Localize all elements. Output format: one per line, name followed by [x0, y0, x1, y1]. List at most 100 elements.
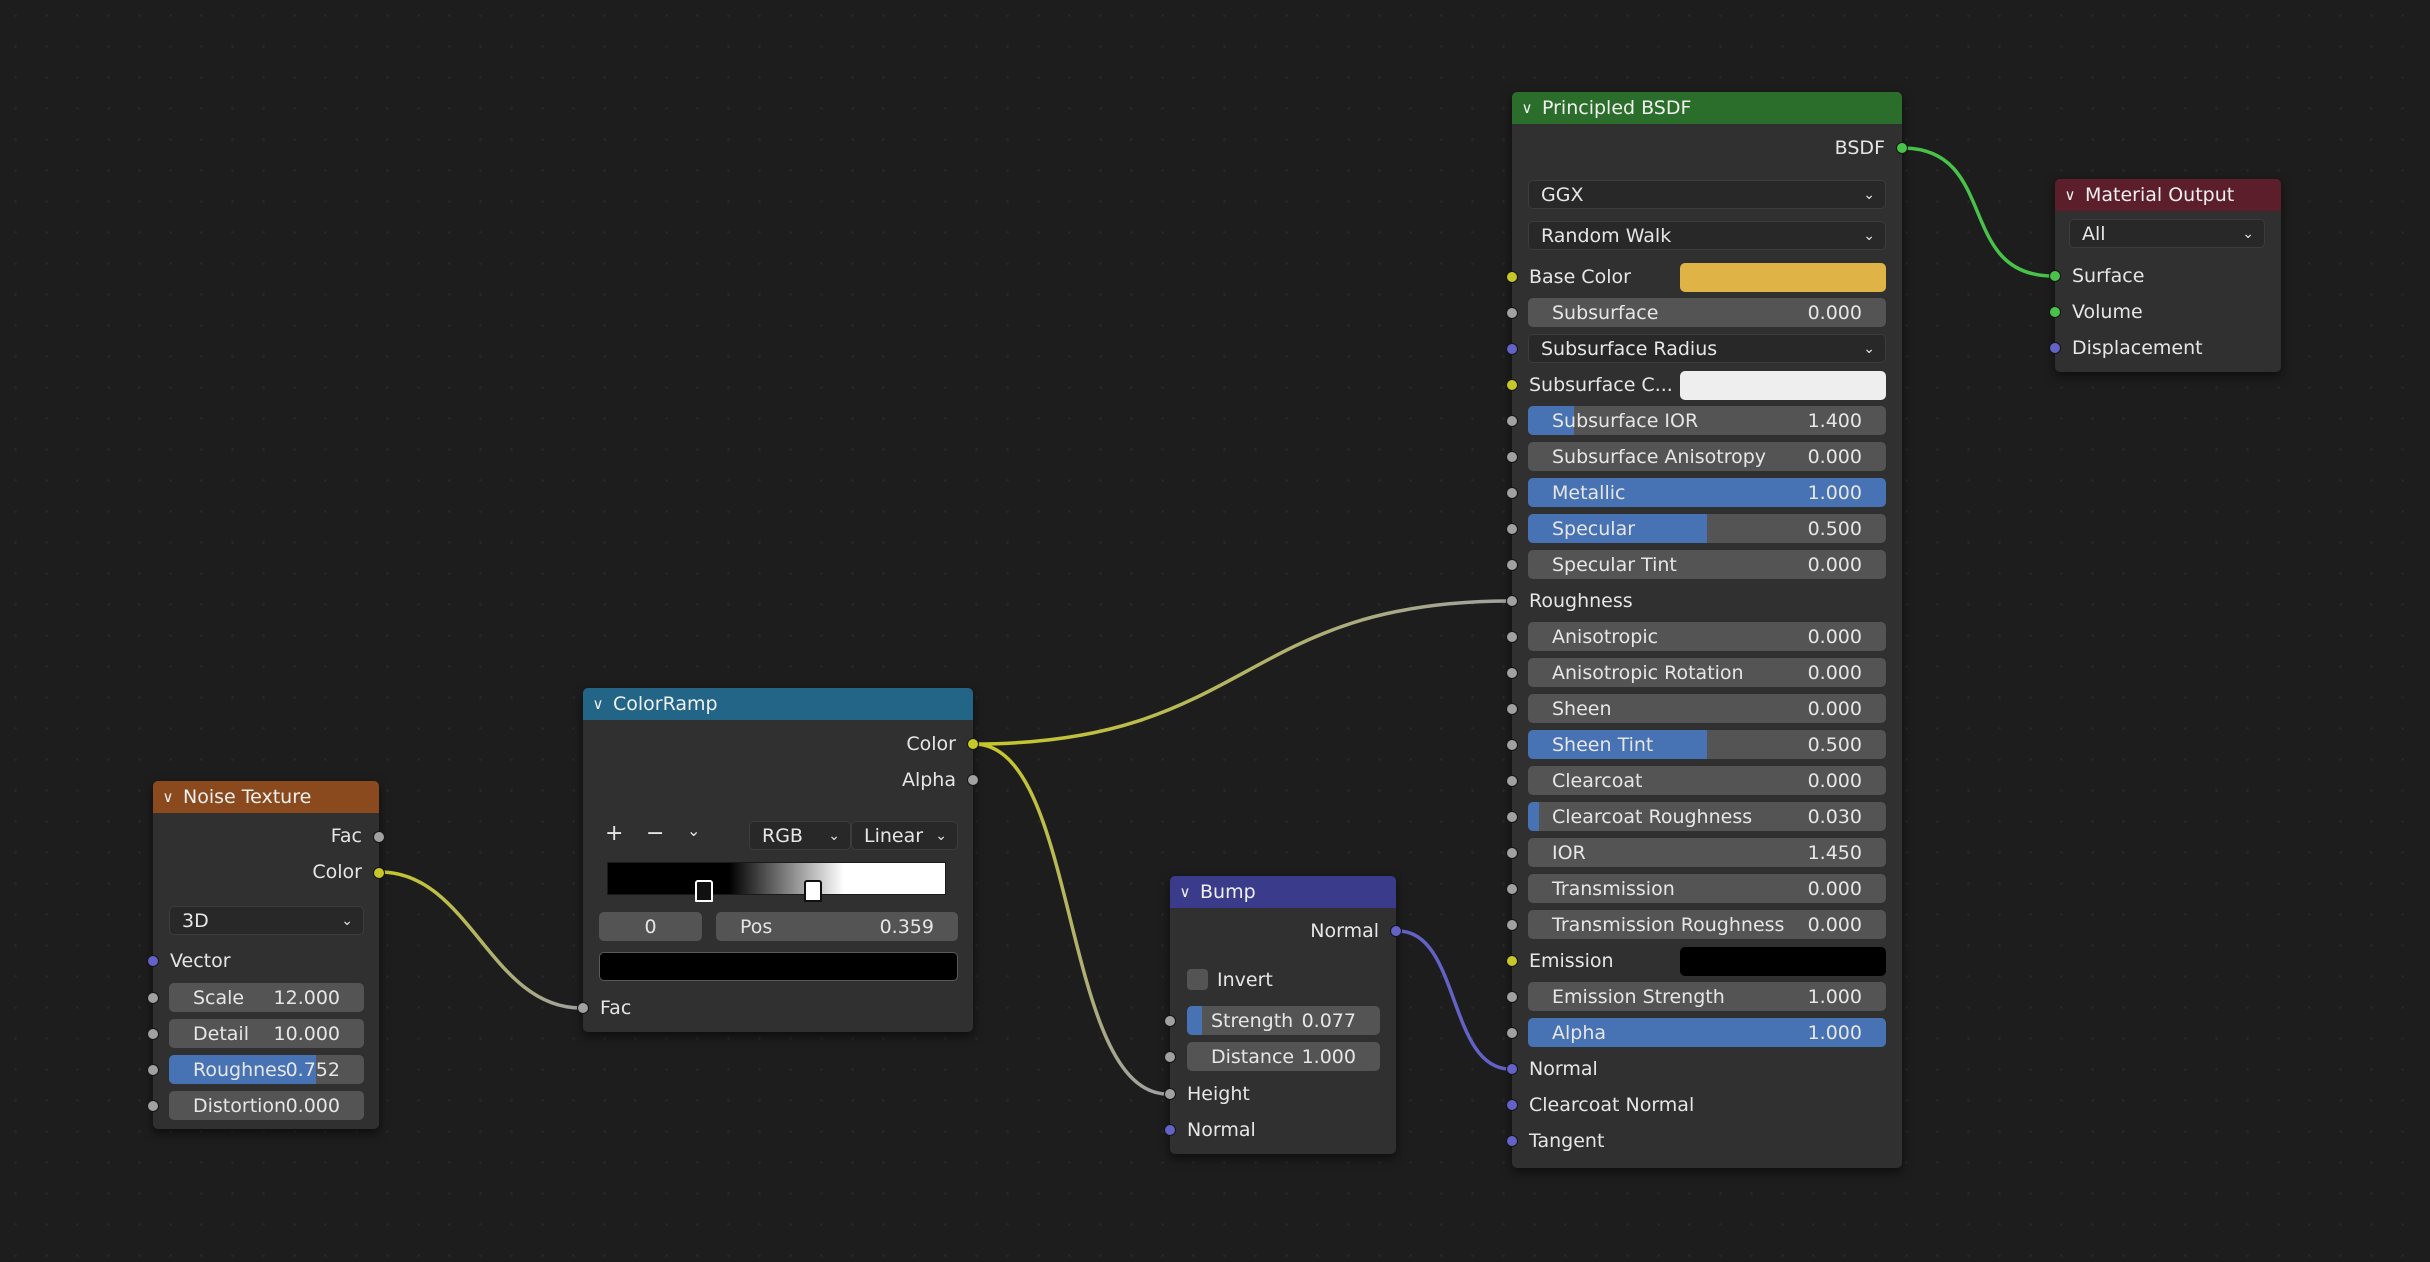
specular-field[interactable]: Specular 0.500 — [1528, 514, 1886, 543]
clearcoat-roughness-input-socket[interactable] — [1506, 811, 1518, 823]
collapse-chevron-icon[interactable]: ∨ — [153, 788, 183, 806]
emission-input-socket[interactable] — [1506, 955, 1518, 967]
ior-input-socket[interactable] — [1506, 847, 1518, 859]
noise-texture-node[interactable]: ∨ Noise Texture Fac Color 3D ⌄ Vector Sca… — [147, 781, 385, 1129]
distortion-field[interactable]: Distortion 0.000 — [169, 1091, 364, 1120]
collapse-chevron-icon[interactable]: ∨ — [1512, 99, 1542, 117]
position-field[interactable]: Pos 0.359 — [716, 912, 958, 941]
subsurface-radius-select[interactable]: Subsurface Radius ⌄ — [1528, 334, 1886, 363]
detail-input-socket[interactable] — [147, 1028, 159, 1040]
detail-field[interactable]: Detail 10.000 — [169, 1019, 364, 1048]
noise-texture-header[interactable]: ∨ Noise Texture — [153, 781, 379, 813]
color-stop-handle-white[interactable] — [804, 880, 822, 902]
ior-field[interactable]: IOR 1.450 — [1528, 838, 1886, 867]
subsurface-radius-input-socket[interactable] — [1506, 343, 1518, 355]
target-select[interactable]: All ⌄ — [2069, 219, 2265, 248]
bsdf-output-socket[interactable] — [1896, 142, 1908, 154]
strength-field[interactable]: Strength 0.077 — [1187, 1006, 1380, 1035]
roughness-input-socket[interactable] — [147, 1064, 159, 1076]
stop-color-swatch[interactable] — [599, 952, 958, 981]
roughness-input-socket[interactable] — [1506, 595, 1518, 607]
metallic-input-socket[interactable] — [1506, 487, 1518, 499]
invert-checkbox[interactable] — [1187, 969, 1208, 990]
collapse-chevron-icon[interactable]: ∨ — [583, 695, 613, 713]
color-output-socket[interactable] — [373, 867, 385, 879]
transmission-field[interactable]: Transmission 0.000 — [1528, 874, 1886, 903]
subsurface-method-select[interactable]: Random Walk ⌄ — [1528, 221, 1886, 250]
anisotropic-field[interactable]: Anisotropic 0.000 — [1528, 622, 1886, 651]
subsurface-color-input-socket[interactable] — [1506, 379, 1518, 391]
clearcoat-normal-input-socket[interactable] — [1506, 1099, 1518, 1111]
sheen-input-socket[interactable] — [1506, 703, 1518, 715]
color-output-socket[interactable] — [967, 738, 979, 750]
vector-input-socket[interactable] — [147, 955, 159, 967]
emission-strength-input-socket[interactable] — [1506, 991, 1518, 1003]
sheen-field[interactable]: Sheen 0.000 — [1528, 694, 1886, 723]
alpha-field[interactable]: Alpha 1.000 — [1528, 1018, 1886, 1047]
stop-index-field[interactable]: 0 — [599, 912, 702, 941]
collapse-chevron-icon[interactable]: ∨ — [2055, 186, 2085, 204]
anisotropic-rotation-field[interactable]: Anisotropic Rotation 0.000 — [1528, 658, 1886, 687]
subsurface-field[interactable]: Subsurface 0.000 — [1528, 298, 1886, 327]
base-color-swatch[interactable] — [1680, 263, 1886, 292]
tangent-input-socket[interactable] — [1506, 1135, 1518, 1147]
bump-header[interactable]: ∨ Bump — [1170, 876, 1396, 908]
bump-node[interactable]: ∨ Bump Normal Invert Strength 0.077 Dista… — [1164, 876, 1402, 1154]
subsurface-color-swatch[interactable] — [1680, 371, 1886, 400]
principled-bsdf-node[interactable]: ∨ Principled BSDF BSDF GGX ⌄ Random Walk ⌄… — [1506, 92, 1908, 1168]
scale-field[interactable]: Scale 12.000 — [169, 983, 364, 1012]
metallic-field[interactable]: Metallic 1.000 — [1528, 478, 1886, 507]
subsurface-ior-field[interactable]: Subsurface IOR 1.400 — [1528, 406, 1886, 435]
specular-tint-field[interactable]: Specular Tint 0.000 — [1528, 550, 1886, 579]
emission-strength-field[interactable]: Emission Strength 1.000 — [1528, 982, 1886, 1011]
normal-input-socket[interactable] — [1164, 1124, 1176, 1136]
height-input-socket[interactable] — [1164, 1088, 1176, 1100]
clearcoat-input-socket[interactable] — [1506, 775, 1518, 787]
clearcoat-field[interactable]: Clearcoat 0.000 — [1528, 766, 1886, 795]
dimensions-select[interactable]: 3D ⌄ — [169, 906, 364, 935]
color-mode-select[interactable]: RGB ⌄ — [749, 821, 851, 850]
subsurface-input-socket[interactable] — [1506, 307, 1518, 319]
interpolation-select[interactable]: Linear ⌄ — [851, 821, 958, 850]
distribution-select[interactable]: GGX ⌄ — [1528, 180, 1886, 209]
fac-input-socket[interactable] — [577, 1002, 589, 1014]
normal-output-socket[interactable] — [1390, 925, 1402, 937]
emission-color-swatch[interactable] — [1680, 947, 1886, 976]
distance-input-socket[interactable] — [1164, 1051, 1176, 1063]
chevron-down-icon[interactable]: ⌄ — [687, 821, 700, 840]
material-output-node[interactable]: ∨ Material Output All ⌄ Surface Volume Di… — [2049, 179, 2281, 372]
sheen-tint-field[interactable]: Sheen Tint 0.500 — [1528, 730, 1886, 759]
base-color-input-socket[interactable] — [1506, 271, 1518, 283]
collapse-chevron-icon[interactable]: ∨ — [1170, 883, 1200, 901]
specular-tint-input-socket[interactable] — [1506, 559, 1518, 571]
volume-input-socket[interactable] — [2049, 306, 2061, 318]
transmission-input-socket[interactable] — [1506, 883, 1518, 895]
distortion-input-socket[interactable] — [147, 1100, 159, 1112]
principled-bsdf-header[interactable]: ∨ Principled BSDF — [1512, 92, 1902, 124]
transmission-roughness-input-socket[interactable] — [1506, 919, 1518, 931]
transmission-roughness-field[interactable]: Transmission Roughness 0.000 — [1528, 910, 1886, 939]
specular-input-socket[interactable] — [1506, 523, 1518, 535]
subsurface-anisotropy-field[interactable]: Subsurface Anisotropy 0.000 — [1528, 442, 1886, 471]
normal-input-socket[interactable] — [1506, 1063, 1518, 1075]
color-stop-handle-black[interactable] — [695, 880, 713, 902]
anisotropic-input-socket[interactable] — [1506, 631, 1518, 643]
clearcoat-roughness-field[interactable]: Clearcoat Roughness 0.030 — [1528, 802, 1886, 831]
minus-icon[interactable]: − — [646, 821, 664, 846]
roughness-field[interactable]: Roughnes 0.752 — [169, 1055, 364, 1084]
strength-input-socket[interactable] — [1164, 1015, 1176, 1027]
colorramp-node[interactable]: ∨ ColorRamp Color Alpha + − ⌄ RGB ⌄ Linea… — [577, 688, 979, 1032]
distance-field[interactable]: Distance 1.000 — [1187, 1042, 1380, 1071]
colorramp-header[interactable]: ∨ ColorRamp — [583, 688, 973, 720]
color-ramp-gradient[interactable] — [607, 862, 946, 895]
subsurface-ior-input-socket[interactable] — [1506, 415, 1518, 427]
scale-input-socket[interactable] — [147, 992, 159, 1004]
displacement-input-socket[interactable] — [2049, 342, 2061, 354]
plus-icon[interactable]: + — [605, 821, 623, 846]
surface-input-socket[interactable] — [2049, 270, 2061, 282]
alpha-output-socket[interactable] — [967, 774, 979, 786]
alpha-input-socket[interactable] — [1506, 1027, 1518, 1039]
sheen-tint-input-socket[interactable] — [1506, 739, 1518, 751]
fac-output-socket[interactable] — [373, 831, 385, 843]
material-output-header[interactable]: ∨ Material Output — [2055, 179, 2281, 211]
